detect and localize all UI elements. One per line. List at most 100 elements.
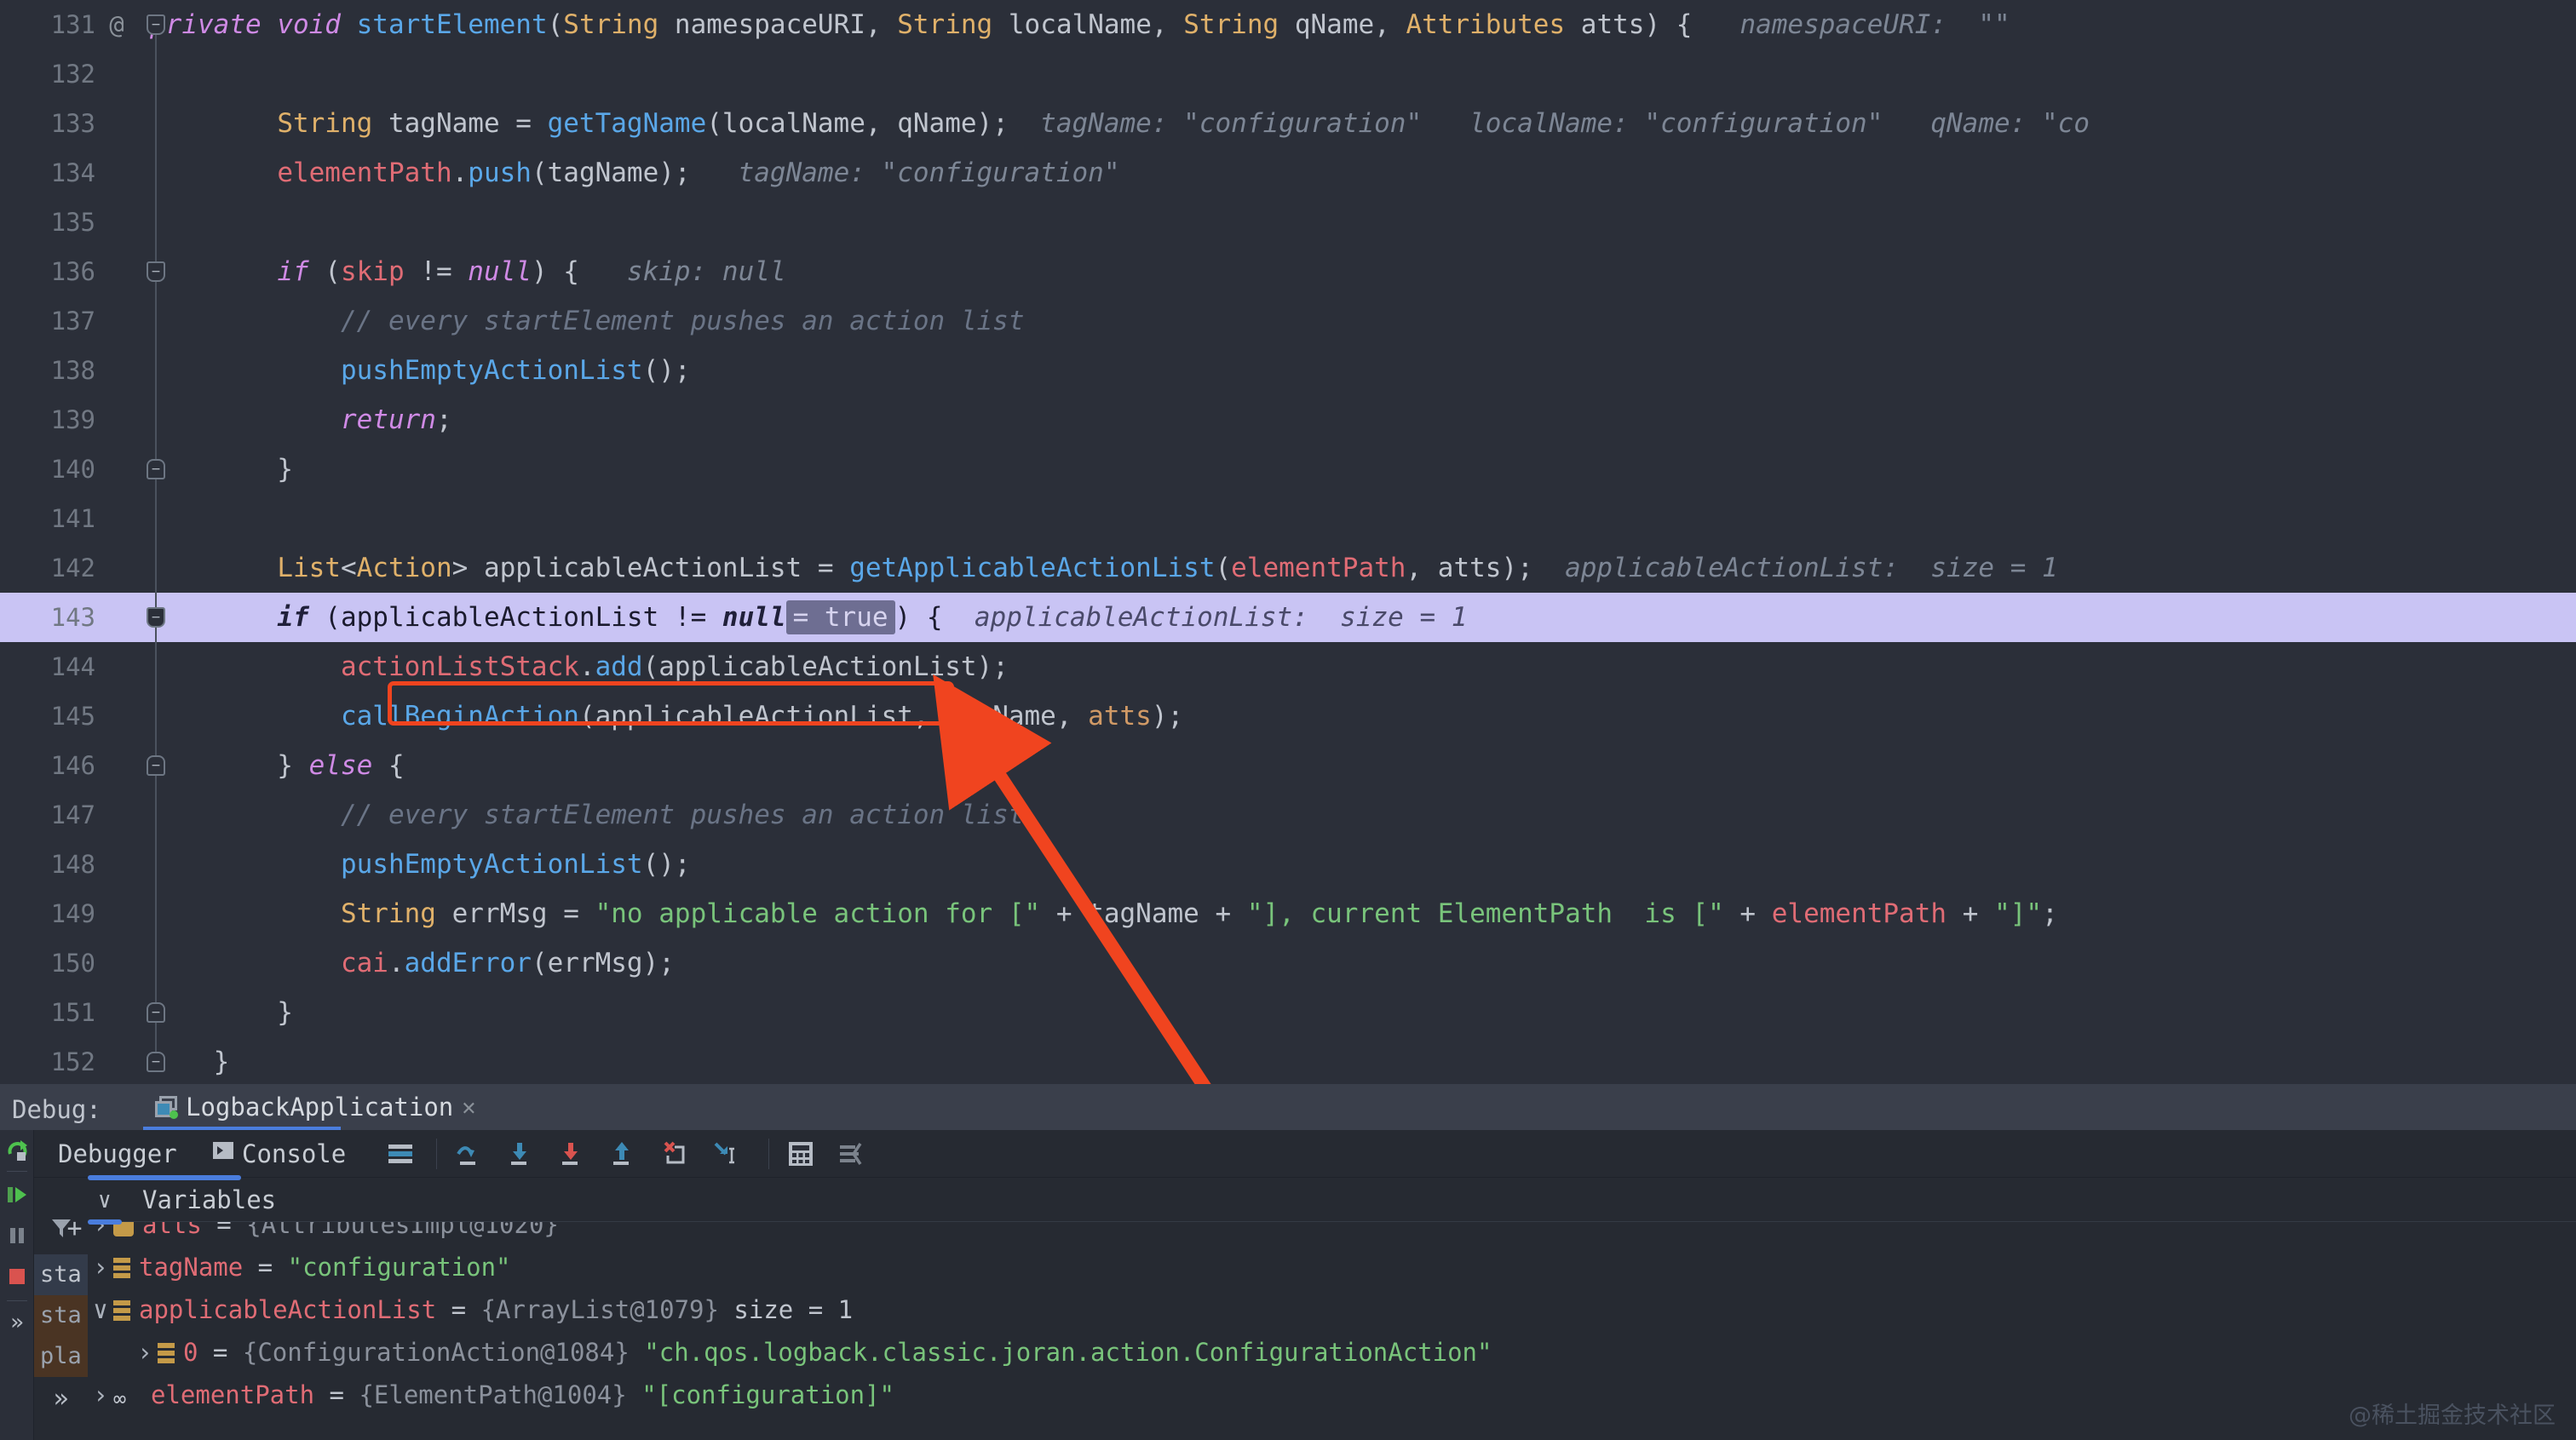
- variables-tree[interactable]: › atts = {AttributesImpl@1020} › tagName = …: [88, 1222, 2576, 1440]
- variable-row[interactable]: › ∞ elementPath = {ElementPath@1004} "[con…: [88, 1374, 2576, 1416]
- debug-run-controls: »: [0, 1130, 34, 1440]
- code-line-145[interactable]: 145 callBeginAction(applicableActionList…: [0, 691, 2576, 741]
- code-line-133[interactable]: 133 String tagName = getTagName(localNam…: [0, 99, 2576, 148]
- tab-console[interactable]: Console: [201, 1130, 356, 1178]
- frames-icon[interactable]: [385, 1139, 416, 1169]
- code-line-141[interactable]: 141: [0, 494, 2576, 543]
- code-line-144[interactable]: 144 actionListStack.add(applicableAction…: [0, 642, 2576, 691]
- chevron-right-icon[interactable]: ›: [88, 1374, 113, 1416]
- step-into-icon[interactable]: [504, 1139, 535, 1169]
- list-icon: [158, 1343, 175, 1365]
- code-line-148[interactable]: 148 pushEmptyActionList();: [0, 840, 2576, 889]
- fold-marker-131[interactable]: −: [147, 14, 165, 35]
- code-token-txt: .: [451, 158, 469, 188]
- code-line-151[interactable]: 151 }: [0, 988, 2576, 1037]
- annotation-gutter-icon[interactable]: @: [102, 0, 131, 49]
- variable-reference: {ArrayList@1079}: [480, 1295, 719, 1324]
- rerun-icon[interactable]: [3, 1133, 31, 1167]
- fold-marker-151[interactable]: −: [147, 1002, 165, 1023]
- expand-more-icon[interactable]: »: [34, 1379, 88, 1418]
- code-line-140[interactable]: 140 }: [0, 445, 2576, 494]
- code-editor[interactable]: 131 @ private void startElement(String nam…: [0, 0, 2576, 1084]
- step-out-icon[interactable]: [607, 1139, 637, 1169]
- settings-icon[interactable]: [837, 1139, 867, 1169]
- chevron-down-icon[interactable]: ∨: [88, 1288, 113, 1331]
- stop-program-icon[interactable]: [3, 1259, 31, 1294]
- force-step-into-icon[interactable]: [555, 1139, 586, 1169]
- tab-debugger-label: Debugger: [58, 1139, 177, 1168]
- horizontal-scrollbar-secondary[interactable]: [88, 1219, 122, 1225]
- line-number: 146: [50, 751, 95, 780]
- code-text: List<Action> applicableActionList = getA…: [150, 543, 2057, 593]
- code-token-field: elementPath: [277, 158, 452, 188]
- code-token-txt: (applicableActionList !=: [308, 602, 722, 633]
- add-watch-icon[interactable]: +: [61, 1208, 88, 1248]
- code-fold-line: [155, 24, 157, 1063]
- frame-item-0[interactable]: sta: [34, 1254, 88, 1295]
- code-line-131[interactable]: 131 @ private void startElement(String nam…: [0, 0, 2576, 49]
- pause-program-icon[interactable]: [3, 1219, 31, 1253]
- variable-equals: =: [198, 1338, 243, 1367]
- variable-name: applicableActionList: [139, 1295, 437, 1324]
- code-line-134[interactable]: 134 elementPath.push(tagName); tagName: …: [0, 148, 2576, 198]
- variables-header[interactable]: ∨ Variables: [88, 1178, 2576, 1222]
- code-token-txt: (tagName);: [531, 158, 691, 188]
- horizontal-scrollbar-top[interactable]: [88, 1175, 241, 1180]
- code-line-152[interactable]: 152 }: [0, 1037, 2576, 1087]
- code-token-str: "no applicable action for [": [595, 898, 1041, 929]
- fold-marker-146[interactable]: −: [147, 755, 165, 776]
- code-line-142[interactable]: 142 List<Action> applicableActionList = …: [0, 543, 2576, 593]
- code-token-txt: namespaceURI: [658, 9, 865, 40]
- close-icon[interactable]: ✕: [462, 1094, 475, 1121]
- fold-marker-143[interactable]: −: [147, 607, 165, 628]
- code-line-150[interactable]: 150 cai.addError(errMsg);: [0, 938, 2576, 988]
- line-number: 144: [50, 652, 95, 681]
- variable-row[interactable]: ∨ applicableActionList = {ArrayList@1079}…: [88, 1288, 2576, 1331]
- code-line-135[interactable]: 135: [0, 198, 2576, 247]
- code-line-147[interactable]: 147 // every startElement pushes an acti…: [0, 790, 2576, 840]
- frame-item-1[interactable]: sta: [34, 1295, 88, 1336]
- step-over-icon[interactable]: [453, 1139, 484, 1169]
- resume-program-icon[interactable]: [3, 1178, 31, 1212]
- list-icon: [113, 1300, 130, 1322]
- code-line-149[interactable]: 149 String errMsg = "no applicable actio…: [0, 889, 2576, 938]
- line-number: 133: [50, 109, 95, 138]
- tab-debugger[interactable]: Debugger: [48, 1130, 187, 1178]
- chevron-right-icon[interactable]: ›: [88, 1246, 113, 1288]
- code-text: if (applicableActionList != null = true) …: [150, 593, 1467, 642]
- drop-frame-icon[interactable]: [658, 1139, 688, 1169]
- variable-row[interactable]: › atts = {AttributesImpl@1020}: [88, 1222, 2576, 1246]
- code-line-137[interactable]: 137 // every startElement pushes an acti…: [0, 296, 2576, 346]
- variables-title: Variables: [142, 1185, 277, 1214]
- more-chevrons-icon[interactable]: »: [3, 1305, 31, 1340]
- evaluate-expression-icon[interactable]: [785, 1139, 816, 1169]
- chevron-right-icon[interactable]: ›: [88, 1222, 113, 1246]
- fold-marker-152[interactable]: −: [147, 1052, 165, 1072]
- debug-session-tab[interactable]: LogbackApplication ✕: [143, 1084, 488, 1130]
- code-line-139[interactable]: 139 return;: [0, 395, 2576, 445]
- code-token-txt: );: [1151, 701, 1184, 731]
- code-token-txt: +: [1723, 898, 1772, 929]
- code-line-138[interactable]: 138 pushEmptyActionList();: [0, 346, 2576, 395]
- frame-item-2[interactable]: pla: [34, 1336, 88, 1377]
- code-line-136[interactable]: 136 if (skip != null) { skip: null: [0, 247, 2576, 296]
- code-line-132[interactable]: 132: [0, 49, 2576, 99]
- code-token-txt: <: [340, 553, 357, 583]
- fold-marker-136[interactable]: −: [147, 261, 165, 282]
- run-to-cursor-icon[interactable]: [709, 1139, 739, 1169]
- variable-row[interactable]: › tagName = "configuration": [88, 1246, 2576, 1288]
- code-token-kw: else: [308, 750, 373, 781]
- chevron-right-icon[interactable]: ›: [132, 1331, 158, 1374]
- variable-row[interactable]: › 0 = {ConfigurationAction@1084} "ch.qos.…: [88, 1331, 2576, 1374]
- fold-marker-140[interactable]: −: [147, 459, 165, 479]
- code-token-hint: skip: null: [578, 256, 786, 287]
- line-number: 135: [50, 208, 95, 237]
- code-line-143[interactable]: 143 if (applicableActionList != null = tr…: [0, 593, 2576, 642]
- code-token-fn: pushEmptyActionList: [340, 355, 643, 386]
- chevron-down-icon[interactable]: ∨: [98, 1188, 112, 1213]
- code-token-txt: (errMsg);: [531, 948, 675, 978]
- code-line-146[interactable]: 146 } else {: [0, 741, 2576, 790]
